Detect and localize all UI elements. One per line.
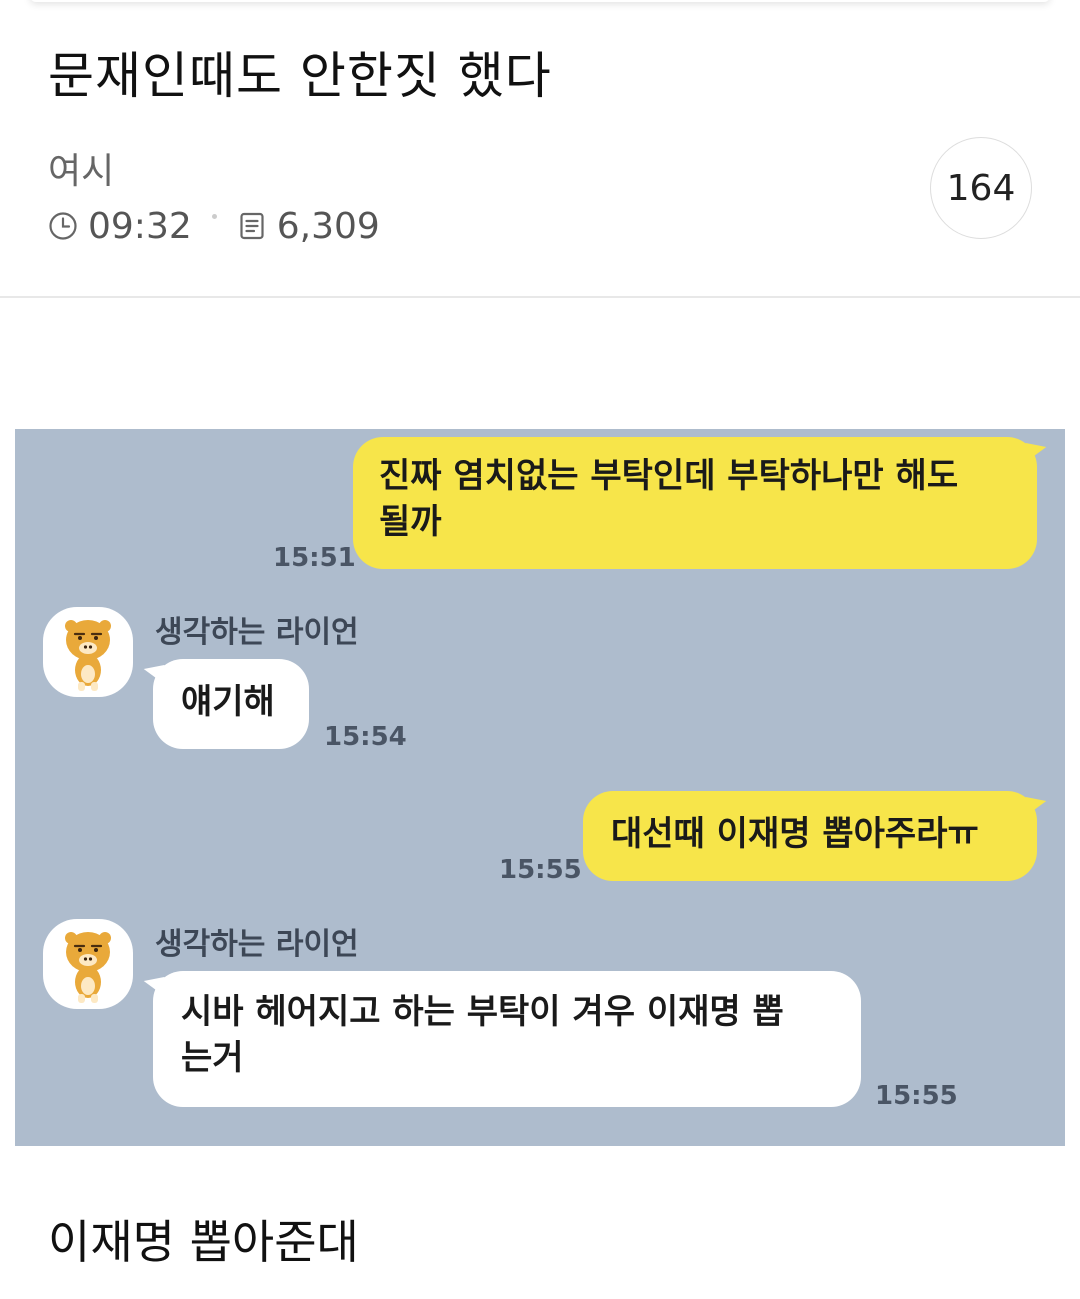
message-time: 15:55	[499, 855, 582, 885]
their-message-bubble: 시바 헤어지고 하는 부탁이 겨우 이재명 뽑 는거	[153, 971, 861, 1107]
meta-separator	[211, 213, 217, 219]
sender-name: 생각하는 라이언	[155, 615, 359, 650]
message-text: 대선때 이재명 뽑아주라ㅠ	[611, 814, 979, 854]
their-message-bubble: 얘기해	[153, 659, 309, 749]
message-text-line: 진짜 염치없는 부탁인데 부탁하나만 해도	[379, 456, 959, 496]
message-time: 15:54	[324, 722, 407, 752]
author-name[interactable]: 여시	[48, 142, 114, 194]
message-time: 15:55	[875, 1081, 958, 1111]
my-message-bubble: 대선때 이재명 뽑아주라ㅠ	[583, 791, 1037, 881]
chat-screenshot: 진짜 염치없는 부탁인데 부탁하나만 해도 될까 15:51 생각하는 라이언 …	[15, 429, 1065, 1146]
message-text-line: 는거	[181, 1038, 244, 1078]
ryan-character-icon	[43, 919, 133, 1009]
view-count: 6,309	[276, 205, 380, 247]
sender-name: 생각하는 라이언	[155, 927, 359, 962]
post-title: 문재인때도 안한짓 했다	[48, 47, 552, 105]
top-bar-shadow	[30, 0, 1050, 2]
my-message-bubble: 진짜 염치없는 부탁인데 부탁하나만 해도 될까	[353, 437, 1037, 569]
post-page: 문재인때도 안한짓 했다 여시 09:32 6,309 164 진짜 염치없는 …	[0, 0, 1080, 1299]
ryan-character-icon	[43, 607, 133, 697]
header-divider	[0, 296, 1080, 298]
document-icon	[237, 211, 267, 241]
message-text-line: 시바 헤어지고 하는 부탁이 겨우 이재명 뽑	[181, 992, 784, 1032]
message-text-line: 될까	[379, 502, 442, 542]
comment-count-button[interactable]: 164	[930, 137, 1032, 239]
message-text: 얘기해	[181, 682, 275, 722]
post-meta: 09:32 6,309	[48, 204, 380, 248]
clock-icon	[48, 211, 78, 241]
message-time: 15:51	[273, 543, 356, 573]
post-body-text: 이재명 뽑아준대	[48, 1215, 359, 1269]
post-time: 09:32	[88, 205, 192, 247]
